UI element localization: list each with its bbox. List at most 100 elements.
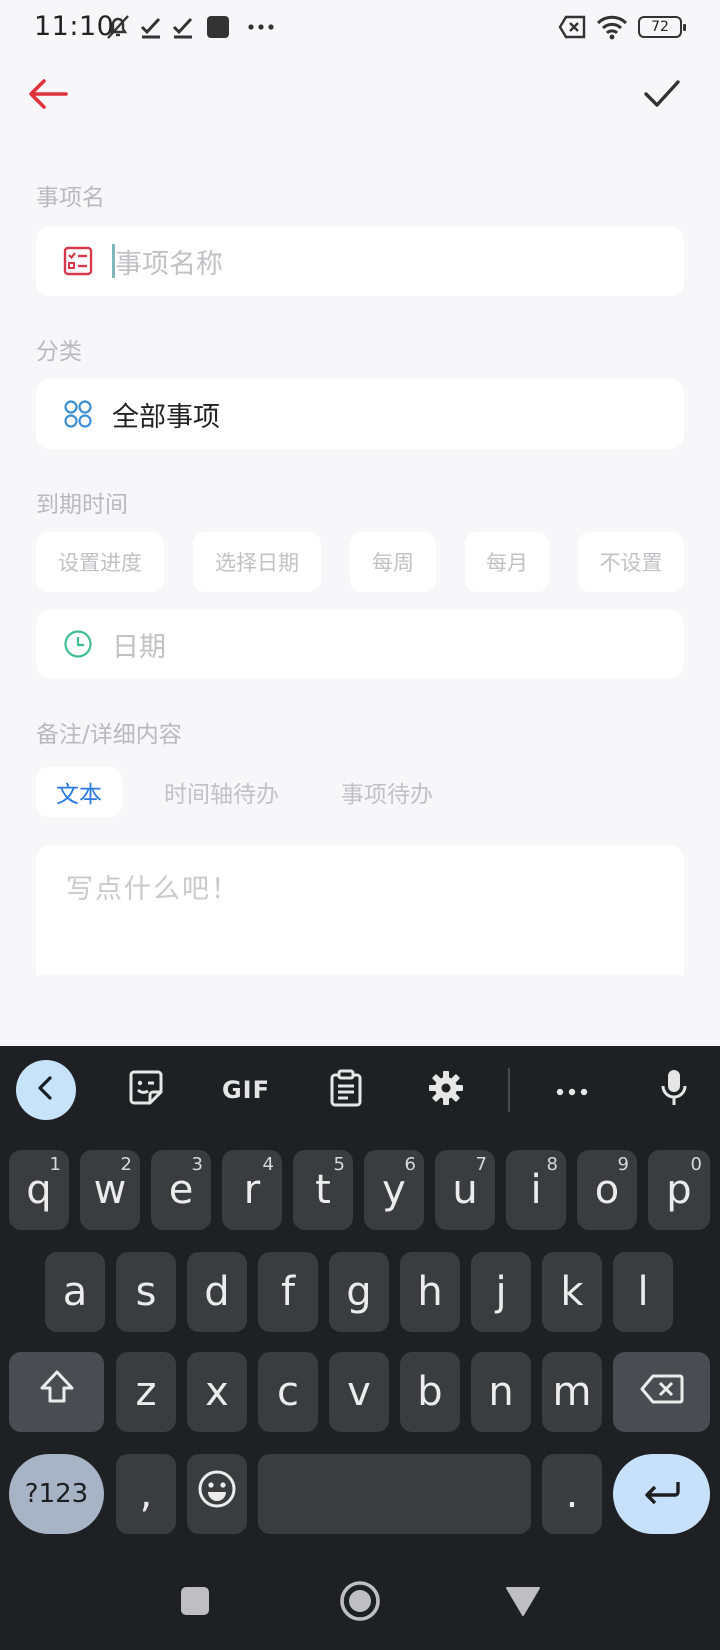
key-t[interactable]: t5 [293, 1150, 353, 1230]
key-label: p [666, 1167, 692, 1213]
chevron-left-icon [35, 1075, 57, 1105]
backspace-key[interactable] [613, 1352, 710, 1432]
due-option-weekly[interactable]: 每周 [350, 532, 436, 592]
key-hint: 1 [49, 1154, 61, 1175]
notes-textarea[interactable]: 写点什么吧！ [36, 845, 684, 975]
period-key[interactable]: . [542, 1454, 602, 1534]
key-r[interactable]: r4 [222, 1150, 282, 1230]
tab-timeline-todo[interactable]: 时间轴待办 [144, 767, 299, 817]
checkmark-icon [643, 79, 681, 113]
key-c[interactable]: c [258, 1352, 318, 1432]
key-x[interactable]: x [187, 1352, 247, 1432]
key-p[interactable]: p0 [648, 1150, 710, 1230]
confirm-button[interactable] [640, 74, 684, 118]
name-field[interactable]: 事项名称 [36, 226, 684, 296]
wifi-icon [596, 14, 628, 40]
key-hint: 9 [617, 1154, 629, 1175]
key-w[interactable]: w2 [80, 1150, 140, 1230]
key-z[interactable]: z [116, 1352, 176, 1432]
shift-key[interactable] [9, 1352, 104, 1432]
gif-button[interactable]: GIF [216, 1060, 276, 1120]
sticker-icon [127, 1069, 165, 1111]
due-option-monthly[interactable]: 每月 [465, 532, 549, 592]
key-hint: 2 [120, 1154, 132, 1175]
shift-icon [39, 1369, 75, 1415]
back-nav-button[interactable] [498, 1578, 548, 1628]
battery-icon: 72 [638, 16, 686, 38]
backspace-icon [640, 1369, 684, 1415]
key-g[interactable]: g [329, 1252, 389, 1332]
clock-icon [58, 624, 98, 664]
home-button[interactable] [335, 1578, 385, 1628]
key-o[interactable]: o9 [577, 1150, 637, 1230]
due-option-none[interactable]: 不设置 [578, 532, 684, 592]
due-label: 到期时间 [36, 492, 128, 518]
key-f[interactable]: f [258, 1252, 318, 1332]
category-grid-icon [58, 394, 98, 434]
sticker-button[interactable] [116, 1060, 176, 1120]
key-label: y [382, 1167, 406, 1213]
key-u[interactable]: u7 [435, 1150, 495, 1230]
emoji-icon [197, 1469, 237, 1519]
key-h[interactable]: h [400, 1252, 460, 1332]
key-e[interactable]: e3 [151, 1150, 211, 1230]
key-b[interactable]: b [400, 1352, 460, 1432]
symbols-key[interactable]: ?123 [9, 1454, 104, 1534]
enter-key[interactable] [613, 1454, 710, 1534]
emoji-key[interactable] [187, 1454, 247, 1534]
back-button[interactable] [26, 74, 70, 118]
key-q[interactable]: q1 [9, 1150, 69, 1230]
key-s[interactable]: s [116, 1252, 176, 1332]
due-options: 设置进度 选择日期 每周 每月 不设置 [36, 532, 684, 592]
tab-text[interactable]: 文本 [36, 767, 122, 817]
enter-icon [642, 1471, 682, 1517]
key-n[interactable]: n [471, 1352, 531, 1432]
key-label: q [26, 1167, 52, 1213]
recents-button[interactable] [170, 1578, 220, 1628]
key-k[interactable]: k [542, 1252, 602, 1332]
no-sim-icon [558, 15, 586, 39]
arrow-left-icon [28, 78, 68, 114]
back-icon [505, 1585, 541, 1621]
check-icon [170, 14, 196, 40]
category-value: 全部事项 [112, 401, 220, 433]
toolbar-divider [508, 1068, 510, 1112]
status-bar: 11:10 72 [0, 0, 720, 56]
key-i[interactable]: i8 [506, 1150, 566, 1230]
collapse-button[interactable] [16, 1060, 76, 1120]
date-field[interactable]: 日期 [36, 609, 684, 679]
key-m[interactable]: m [542, 1352, 602, 1432]
gif-label: GIF [221, 1076, 271, 1104]
space-key[interactable] [258, 1454, 531, 1534]
check-icon [138, 14, 164, 40]
voice-input-button[interactable] [644, 1060, 704, 1120]
key-j[interactable]: j [471, 1252, 531, 1332]
mic-icon [660, 1068, 688, 1112]
key-l[interactable]: l [613, 1252, 673, 1332]
category-field[interactable]: 全部事项 [36, 379, 684, 449]
key-label: r [243, 1167, 261, 1213]
more-button[interactable] [542, 1060, 602, 1120]
due-option-date[interactable]: 选择日期 [193, 532, 321, 592]
gear-icon [428, 1070, 464, 1110]
category-label: 分类 [36, 339, 82, 365]
key-hint: 3 [191, 1154, 203, 1175]
key-hint: 4 [262, 1154, 274, 1175]
clipboard-button[interactable] [316, 1060, 376, 1120]
battery-level: 72 [651, 19, 669, 35]
settings-button[interactable] [416, 1060, 476, 1120]
key-d[interactable]: d [187, 1252, 247, 1332]
key-hint: 0 [690, 1154, 702, 1175]
key-label: e [168, 1167, 194, 1213]
key-hint: 8 [546, 1154, 558, 1175]
comma-key[interactable]: , [116, 1454, 176, 1534]
date-input[interactable]: 日期 [112, 625, 166, 664]
key-label: o [594, 1167, 620, 1213]
key-v[interactable]: v [329, 1352, 389, 1432]
due-option-progress[interactable]: 设置进度 [36, 532, 164, 592]
key-y[interactable]: y6 [364, 1150, 424, 1230]
key-label: u [452, 1167, 478, 1213]
name-input[interactable]: 事项名称 [115, 242, 223, 281]
tab-item-todo[interactable]: 事项待办 [321, 767, 453, 817]
key-a[interactable]: a [45, 1252, 105, 1332]
